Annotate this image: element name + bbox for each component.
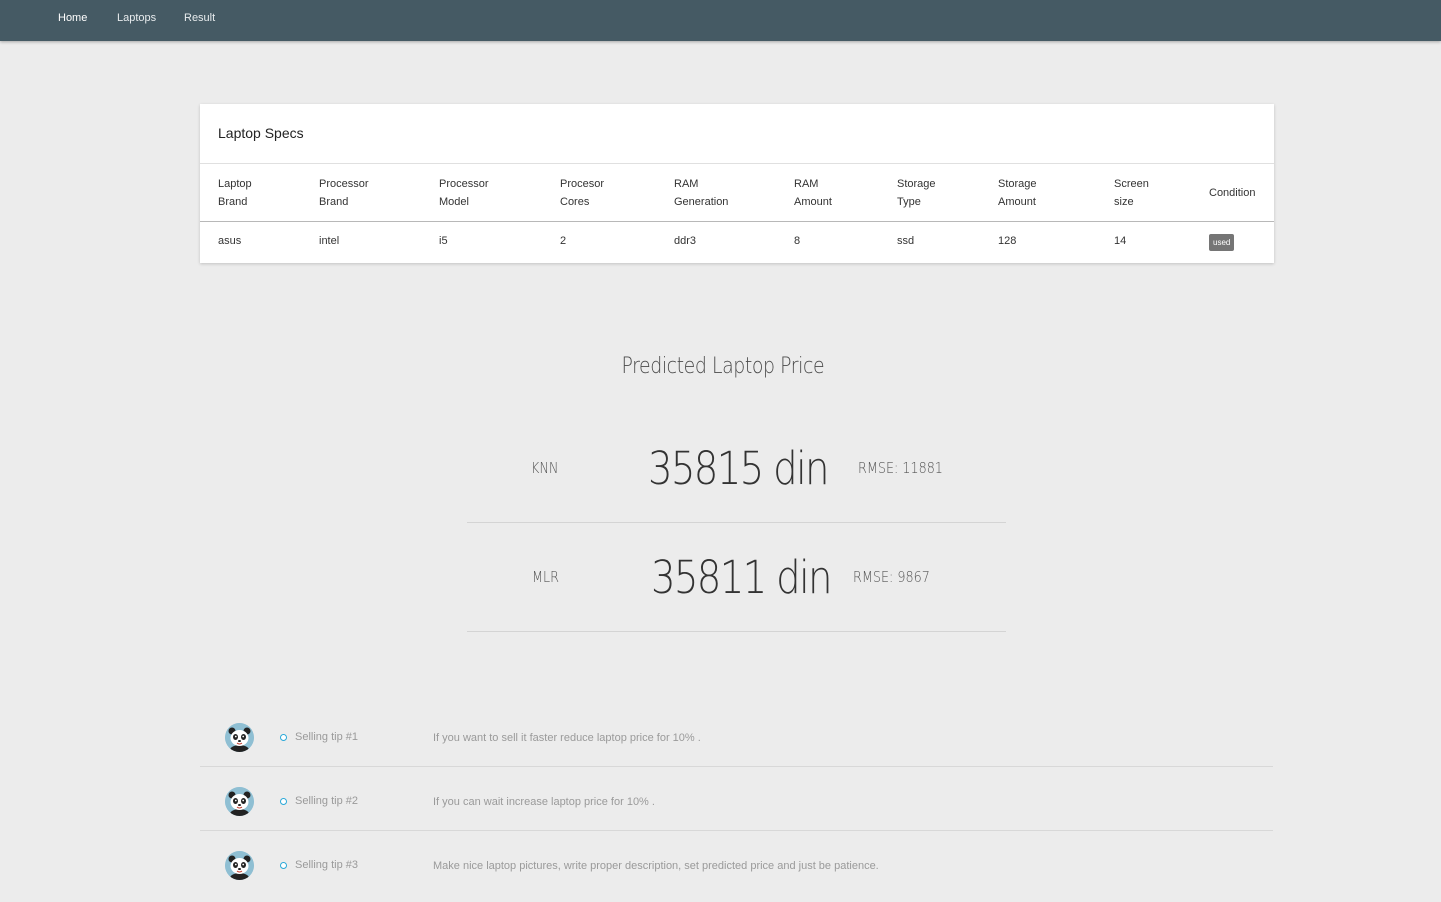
laptop-specs-card: Laptop Specs Laptop Brand Processor Brand … [200, 104, 1274, 263]
tip-label: Selling tip #1 [295, 731, 358, 743]
td-screen-size: 14 [1114, 235, 1127, 247]
th-screen-size: Screen size [1114, 178, 1149, 208]
tip-label: Selling tip #3 [295, 859, 358, 871]
td-ram-generation: ddr3 [674, 235, 697, 247]
prediction-divider [467, 522, 1006, 523]
mlr-price: 35811 din [651, 551, 833, 604]
panda-avatar-icon [225, 723, 254, 752]
prediction-divider [467, 631, 1006, 632]
nav-home-link[interactable]: Home [58, 12, 87, 24]
nav-laptops-link[interactable]: Laptops [117, 12, 156, 24]
td-storage-amount: 128 [998, 235, 1017, 247]
knn-price: 35815 din [648, 442, 830, 495]
prediction-title: Predicted Laptop Price [621, 354, 825, 379]
th-laptop-brand: Laptop Brand [218, 178, 252, 208]
th-ram-generation: RAM Generation [674, 178, 729, 208]
th-storage-amount: Storage Amount [998, 178, 1037, 208]
mlr-rmse: RMSE: 9867 [853, 568, 930, 586]
td-ram-amount: 8 [794, 235, 801, 247]
tip-text: If you want to sell it faster reduce lap… [433, 732, 701, 744]
tip-text: Make nice laptop pictures, write proper … [433, 860, 879, 872]
panda-avatar-icon [225, 787, 254, 816]
tip-row: Selling tip #2 If you can wait increase … [200, 774, 1273, 838]
condition-badge: used [1209, 234, 1235, 251]
th-processor-cores: Procesor Cores [560, 178, 605, 208]
tip-text: If you can wait increase laptop price fo… [433, 796, 655, 808]
tip-label: Selling tip #2 [295, 795, 358, 807]
tip-row: Selling tip #3 Make nice laptop pictures… [200, 838, 1273, 902]
card-title: Laptop Specs [218, 125, 304, 141]
tip-divider [200, 766, 1273, 767]
th-storage-type: Storage Type [897, 178, 936, 208]
td-storage-type: ssd [897, 235, 915, 247]
top-navbar: Home Laptops Result [0, 0, 1441, 41]
circle-icon [280, 734, 287, 741]
table-header-divider [200, 221, 1274, 222]
tip-row: Selling tip #1 If you want to sell it fa… [200, 710, 1273, 774]
panda-avatar-icon [225, 851, 254, 880]
nav-result-link[interactable]: Result [184, 12, 215, 24]
th-processor-model: Processor Model [439, 178, 489, 208]
th-ram-amount: RAM Amount [794, 178, 832, 208]
knn-rmse: RMSE: 11881 [858, 459, 943, 477]
th-processor-brand: Processor Brand [319, 178, 369, 208]
knn-label: KNN [531, 459, 559, 477]
circle-icon [280, 862, 287, 869]
th-condition: Condition [1209, 187, 1256, 199]
td-processor-cores: 2 [560, 235, 567, 247]
td-processor-brand: intel [319, 235, 340, 247]
td-processor-model: i5 [439, 235, 448, 247]
card-divider [200, 163, 1274, 164]
circle-icon [280, 798, 287, 805]
mlr-label: MLR [532, 568, 559, 586]
tip-divider [200, 830, 1273, 831]
td-laptop-brand: asus [218, 235, 242, 247]
